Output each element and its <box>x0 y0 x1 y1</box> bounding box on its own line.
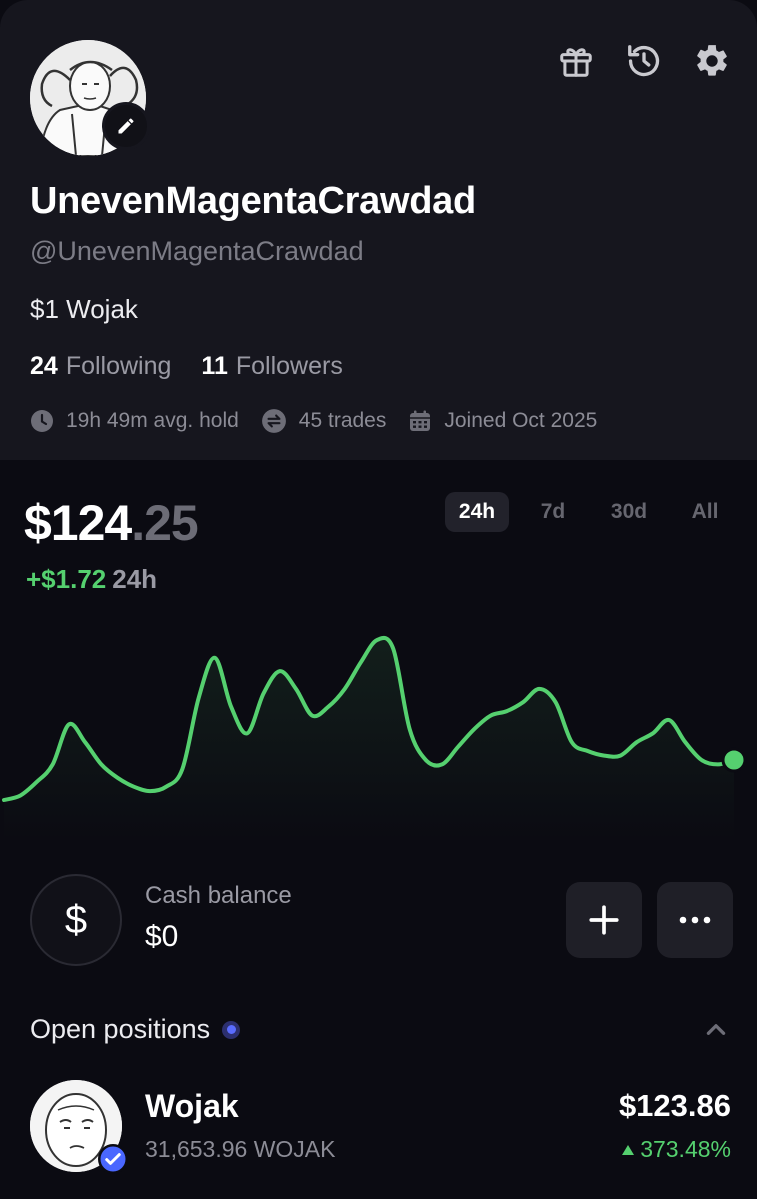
plus-icon <box>589 905 619 935</box>
joined-stat: Joined Oct 2025 <box>408 409 597 433</box>
joined-text: Joined Oct 2025 <box>444 409 598 432</box>
open-positions-header: Open positions <box>30 1014 241 1045</box>
username-handle: @UnevenMagentaCrawdad <box>30 236 364 266</box>
portfolio-chart[interactable] <box>0 600 757 840</box>
chart-area-fill <box>4 637 734 840</box>
followers-count: 11 <box>201 352 228 380</box>
chart-current-point <box>721 747 747 773</box>
clock-icon <box>31 410 53 432</box>
more-icon <box>679 916 711 924</box>
open-positions-title: Open positions <box>30 1014 211 1044</box>
pencil-icon <box>118 118 134 134</box>
triangle-up-icon <box>622 1144 635 1155</box>
balance-whole: $124 <box>24 495 132 551</box>
followers-link[interactable]: 11 Followers <box>201 352 342 381</box>
position-amount: 31,653.96 WOJAK <box>145 1136 336 1162</box>
position-token-avatar[interactable] <box>30 1080 128 1174</box>
more-options-button[interactable] <box>657 882 733 958</box>
chevron-up-icon <box>706 1024 726 1035</box>
position-change: 373.48% <box>622 1136 731 1163</box>
gift-button[interactable] <box>557 42 595 80</box>
edit-avatar-button[interactable] <box>102 102 150 150</box>
range-30d[interactable]: 30d <box>597 492 661 532</box>
change-period: 24h <box>112 564 158 594</box>
settings-button[interactable] <box>693 42 731 80</box>
following-count: 24 <box>30 352 58 380</box>
swap-icon <box>261 409 286 433</box>
history-button[interactable] <box>625 42 663 80</box>
portfolio-change: +$1.72 24h <box>26 564 157 595</box>
avg-hold-text: 19h 49m avg. hold <box>66 409 239 432</box>
follow-counts: 24 Following 11 Followers <box>30 352 343 381</box>
range-7d[interactable]: 7d <box>521 492 585 532</box>
position-value: $123.86 <box>618 1088 731 1123</box>
profile-header: UnevenMagentaCrawdad @UnevenMagentaCrawd… <box>0 0 757 460</box>
avg-hold-stat: 19h 49m avg. hold <box>30 409 239 433</box>
range-all[interactable]: All <box>673 492 737 532</box>
trades-stat: 45 trades <box>261 408 387 434</box>
position-name[interactable]: Wojak <box>145 1088 239 1125</box>
profile-bio: $1 Wojak <box>30 294 138 324</box>
add-cash-button[interactable] <box>566 882 642 958</box>
gift-icon <box>560 48 592 77</box>
cash-balance-label: Cash balance <box>145 882 292 909</box>
following-link[interactable]: 24 Following <box>30 352 171 381</box>
following-label: Following <box>65 352 172 380</box>
range-24h[interactable]: 24h <box>445 492 509 532</box>
followers-label: Followers <box>235 352 343 380</box>
profile-stats: 19h 49m avg. hold 45 trades Joined Oct 2… <box>30 408 597 434</box>
portfolio-balance: $124.25 <box>24 494 199 552</box>
display-name: UnevenMagentaCrawdad <box>30 180 476 222</box>
gear-icon <box>697 45 727 76</box>
balance-cents: .25 <box>131 495 199 551</box>
calendar-icon <box>410 410 431 431</box>
header-actions <box>557 42 731 80</box>
position-change-value: 373.48% <box>640 1136 731 1162</box>
cash-icon: $ <box>30 874 122 966</box>
status-dot-icon <box>222 1020 241 1039</box>
history-icon <box>628 45 660 77</box>
time-range-selector: 24h 7d 30d All <box>445 492 737 532</box>
trades-text: 45 trades <box>298 409 387 432</box>
change-value: +$1.72 <box>26 564 107 594</box>
verified-badge-icon <box>98 1144 128 1174</box>
cash-balance-value: $0 <box>145 920 179 953</box>
profile-avatar-container[interactable] <box>30 40 150 156</box>
collapse-positions-button[interactable] <box>703 1016 729 1047</box>
